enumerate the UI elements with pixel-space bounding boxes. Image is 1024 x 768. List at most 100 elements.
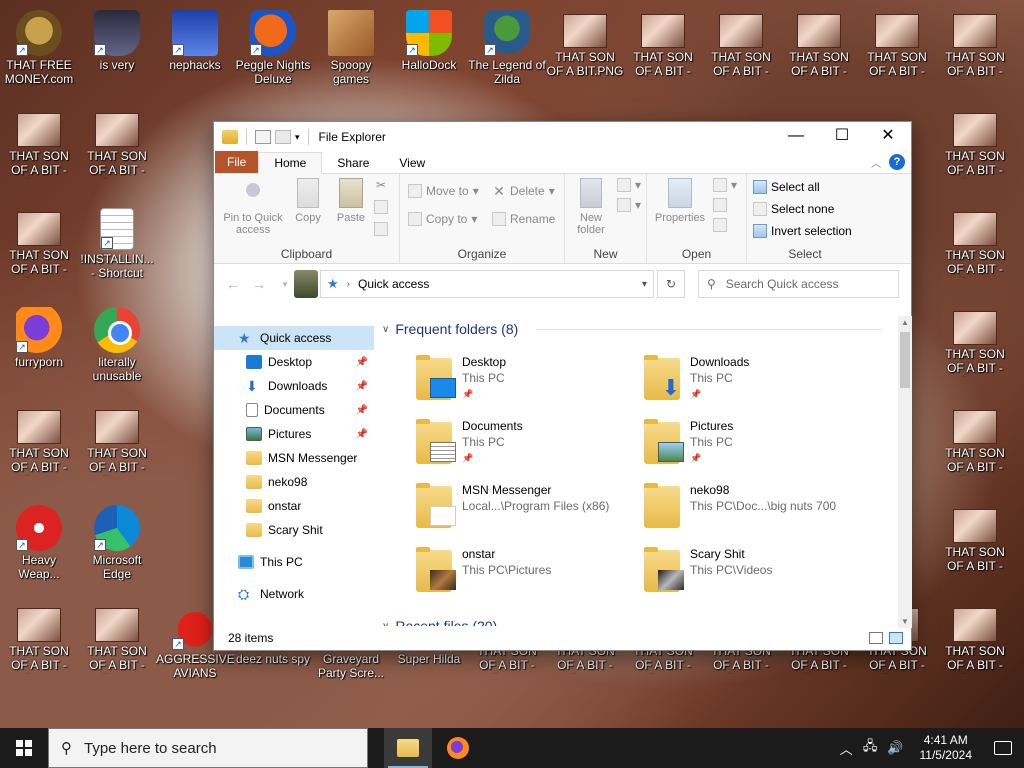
close-button[interactable]: ✕ [865,122,911,152]
pin-quick-access-button[interactable]: Pin to Quick access [220,178,286,236]
tab-file[interactable]: File [215,151,259,173]
desktop-icon-son-of-bit-copy[interactable]: THAT SON OF A BIT - Cop... [624,4,702,94]
easy-access-icon[interactable]: ▾ [617,198,641,212]
folder-tile-documents[interactable]: Documents This PC 📌 [416,418,644,478]
desktop-icon-installin-shortcut[interactable]: ↗ !INSTALLIN... - Shortcut [78,202,156,292]
address-bar[interactable]: ★ › Quick access ▾ [320,270,654,298]
collapse-ribbon-icon[interactable]: ︿ [871,155,881,170]
taskbar-search-input[interactable]: ⚲ Type here to search [48,728,368,768]
search-input[interactable]: ⚲ Search Quick access [698,270,899,298]
rename-button[interactable]: Rename [492,212,555,226]
desktop-icon-legend-of-zilda[interactable]: ↗ The Legend of Zilda [468,4,546,94]
desktop-icon-furryporn[interactable]: ↗ furryporn [0,301,78,391]
edit-icon[interactable] [713,198,727,212]
scroll-down-icon[interactable]: ▼ [898,617,912,626]
taskbar-file-explorer[interactable] [384,728,432,768]
desktop-icon-son-of-bit-copy[interactable]: THAT SON OF A BIT - Cop... [936,598,1014,688]
tab-share[interactable]: Share [322,153,384,173]
folder-tile-downloads[interactable]: ⬇ Downloads This PC 📌 [644,354,872,414]
paste-button[interactable]: Paste [332,178,370,224]
desktop-icon-literally-unusable[interactable]: literally unusable [78,301,156,391]
delete-button[interactable]: ✕ Delete ▾ [492,184,555,198]
large-icons-view-icon[interactable] [889,632,903,644]
notifications-icon[interactable] [994,741,1012,755]
start-button[interactable] [0,728,48,768]
new-item-icon[interactable]: ▾ [617,178,641,192]
copy-button[interactable]: Copy [290,178,326,224]
chevron-up-icon[interactable]: ︿ [840,739,853,758]
maximize-button[interactable]: ☐ [819,122,865,152]
desktop-icon-nephacks[interactable]: ↗ nephacks [156,4,234,94]
desktop-icon-son-of-bit-copy[interactable]: THAT SON OF A BIT - Cop... [702,4,780,94]
cut-icon[interactable]: ✂ [376,178,386,192]
desktop-icon-son-of-bit-copy[interactable]: THAT SON OF A BIT - Cop... [936,301,1014,391]
select-all-button[interactable]: Select all [753,180,820,194]
refresh-button[interactable]: ↻ [657,270,685,298]
clock[interactable]: 4:41 AM 11/5/2024 [920,733,973,763]
sidebar-item-downloads[interactable]: ⬇ Downloads 📌 [214,374,374,398]
title-bar[interactable]: ▾ File Explorer — ☐ ✕ [214,122,911,152]
properties-button[interactable]: Properties [651,178,709,224]
desktop-icon-son-of-bit-copy[interactable]: THAT SON OF A BIT - Cop... [0,103,78,193]
folder-tile-pictures[interactable]: Pictures This PC 📌 [644,418,872,478]
copy-path-icon[interactable] [374,200,388,214]
desktop-icon-son-of-bit-copy[interactable]: THAT SON OF A BIT - Cop... [78,400,156,490]
volume-icon[interactable]: 🔊 [887,740,903,756]
desktop-icon-spoopy-games[interactable]: Spoopy games [312,4,390,94]
forward-button[interactable]: → [246,276,272,292]
sidebar-item-pictures[interactable]: Pictures 📌 [214,422,374,446]
recent-files-header[interactable]: ∨ Recent files (20) [382,618,497,626]
folder-tile-onstar[interactable]: onstar This PC\Pictures [416,546,644,606]
frequent-folders-header[interactable]: ∨ Frequent folders (8) [382,321,518,337]
desktop-icon-peggle-nights[interactable]: ↗ Peggle Nights Deluxe [234,4,312,94]
desktop-icon-son-of-bit-copy[interactable]: THAT SON OF A BIT - Cop... [858,4,936,94]
scroll-up-icon[interactable]: ▲ [898,318,912,327]
desktop-icon-heavy-weapon[interactable]: ↗ Heavy Weap... [0,499,78,589]
desktop-icon-son-of-bit-copy[interactable]: THAT SON OF A BIT - Cop... [78,598,156,688]
folder-tile-desktop[interactable]: Desktop This PC 📌 [416,354,644,414]
help-icon[interactable]: ? [889,154,905,170]
copy-to-button[interactable]: Copy to ▾ [408,212,477,226]
sidebar-item-quick-access[interactable]: ★ Quick access [214,326,374,350]
minimize-button[interactable]: — [773,122,819,152]
customize-toolbar-icon[interactable]: ▾ [295,132,300,143]
sidebar-item-this-pc[interactable]: This PC [214,550,374,574]
desktop-icon-son-of-bit-copy[interactable]: THAT SON OF A BIT - Cop... [0,598,78,688]
tab-view[interactable]: View [384,153,440,173]
desktop-icon-son-of-bit-copy[interactable]: THAT SON OF A BIT - Cop... [0,400,78,490]
history-icon[interactable] [713,218,727,232]
desktop-icon-son-of-bit-copy[interactable]: THAT SON OF A BIT - Cop... [936,400,1014,490]
new-folder-button[interactable]: New folder [571,178,611,236]
sidebar-item-desktop[interactable]: Desktop 📌 [214,350,374,374]
desktop-icon-son-of-bit-copy[interactable]: THAT SON OF A BIT - Cop... [0,202,78,292]
taskbar-firefox[interactable] [434,728,482,768]
sidebar-item-network[interactable]: ⛭ Network [214,582,374,606]
desktop-icon-son-of-bit-copy[interactable]: THAT SON OF A BIT - Cop... [780,4,858,94]
invert-selection-button[interactable]: Invert selection [753,224,852,238]
up-folder-thumbnail[interactable] [294,270,318,298]
vertical-scrollbar[interactable]: ▲ ▼ [898,316,912,628]
sidebar-item-msn-messenger[interactable]: MSN Messenger [214,446,374,470]
paste-shortcut-icon[interactable] [374,222,388,236]
details-view-icon[interactable] [869,632,883,644]
sidebar-item-onstar[interactable]: onstar [214,494,374,518]
folder-tile-neko98[interactable]: neko98 This PC\Doc...\big nuts 700 [644,482,872,542]
back-button[interactable]: ← [220,276,246,292]
desktop-icon-microsoft-edge[interactable]: ↗ Microsoft Edge [78,499,156,589]
sidebar-item-scary-shit[interactable]: Scary Shit [214,518,374,542]
desktop-icon-son-of-bit-copy[interactable]: THAT SON OF A BIT - Cop... [936,103,1014,193]
desktop-icon-son-of-bit-copy[interactable]: THAT SON OF A BIT - Cop... [936,4,1014,94]
sidebar-item-documents[interactable]: Documents 📌 [214,398,374,422]
new-folder-icon[interactable] [275,130,291,144]
desktop-icon-free-money[interactable]: ↗ THAT FREE MONEY.com [0,4,78,94]
desktop-icon-son-of-bit-copy[interactable]: THAT SON OF A BIT - Cop... [78,103,156,193]
scroll-thumb[interactable] [900,332,910,388]
chevron-down-icon[interactable]: ▾ [642,279,647,290]
folder-tile-msn-messenger[interactable]: MSN Messenger Local...\Program Files (x86… [416,482,644,542]
tab-home[interactable]: Home [258,152,323,174]
desktop-icon-son-of-bit-copy[interactable]: THAT SON OF A BIT - Cop... [936,202,1014,292]
properties-icon[interactable] [255,130,271,144]
desktop-icon-son-of-bit-png[interactable]: THAT SON OF A BIT.PNG [546,4,624,94]
move-to-button[interactable]: Move to ▾ [408,184,479,198]
desktop-icon-hallodock[interactable]: ↗ HalloDock [390,4,468,94]
